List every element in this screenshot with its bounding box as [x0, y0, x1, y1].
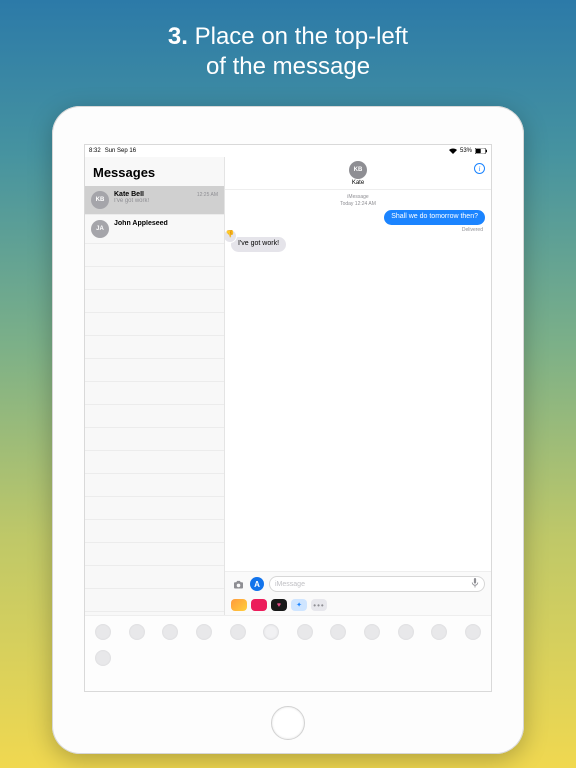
imessage-app-more[interactable]: •••	[311, 599, 327, 611]
reaction-badge[interactable]: 👎	[225, 229, 237, 243]
message-row-outgoing: Shall we do tomorrow then?	[231, 210, 485, 225]
chat-pane: KB Kate i iMessageToday 12:24 AM Shall w…	[225, 157, 491, 615]
app-store-button[interactable]: A	[250, 577, 264, 591]
avatar[interactable]: KB	[349, 161, 367, 179]
sticker-item[interactable]	[95, 650, 111, 666]
conversation-item[interactable]: KB Kate Bell 12:25 AM I've got work!	[85, 186, 224, 215]
battery-icon	[475, 148, 487, 154]
sticker-item[interactable]	[364, 624, 380, 640]
delivered-label: Delivered	[231, 227, 483, 233]
status-time: 8:32	[89, 148, 101, 154]
message-placeholder: iMessage	[275, 581, 305, 588]
message-bubble[interactable]: 👎 I've got work!	[231, 237, 286, 252]
wifi-icon	[449, 148, 457, 154]
avatar: JA	[91, 220, 109, 238]
sticker-picker	[85, 615, 491, 691]
sticker-item[interactable]	[129, 624, 145, 640]
message-bubble[interactable]: Shall we do tomorrow then?	[384, 210, 485, 225]
sticker-item[interactable]	[230, 624, 246, 640]
imessage-app[interactable]	[231, 599, 247, 611]
sticker-item[interactable]	[95, 624, 111, 640]
mic-icon[interactable]	[471, 578, 479, 590]
imessage-app[interactable]: ✦	[291, 599, 307, 611]
chat-contact-name: Kate	[352, 180, 364, 186]
status-bar: 8:32 Sun Sep 16 53%	[85, 145, 491, 157]
message-row-incoming: 👎 I've got work!	[231, 237, 485, 252]
chat-header: KB Kate i	[225, 157, 491, 190]
avatar: KB	[91, 191, 109, 209]
conversation-time: 12:25 AM	[197, 192, 218, 198]
sticker-item[interactable]	[330, 624, 346, 640]
sticker-item[interactable]	[297, 624, 313, 640]
conversation-name: Kate Bell	[114, 191, 144, 198]
message-thread[interactable]: iMessageToday 12:24 AM Shall we do tomor…	[225, 190, 491, 571]
conversation-item[interactable]: JA John Appleseed	[85, 215, 224, 244]
home-button[interactable]	[271, 706, 305, 740]
imessage-app[interactable]: ♥	[271, 599, 287, 611]
message-input-bar: A iMessage	[225, 571, 491, 596]
conversation-sidebar: Messages KB Kate Bell 12:25 AM I've got …	[85, 157, 225, 615]
message-input[interactable]: iMessage	[269, 576, 485, 592]
conversation-name: John Appleseed	[114, 220, 168, 227]
sticker-item[interactable]	[398, 624, 414, 640]
sticker-item[interactable]	[196, 624, 212, 640]
imessage-app-strip: ♥ ✦ •••	[225, 596, 491, 615]
info-button[interactable]: i	[474, 163, 485, 174]
ipad-frame: 8:32 Sun Sep 16 53% Messages KB	[52, 106, 524, 754]
sticker-item[interactable]	[465, 624, 481, 640]
ipad-screen: 8:32 Sun Sep 16 53% Messages KB	[84, 144, 492, 692]
sticker-item[interactable]	[431, 624, 447, 640]
sticker-item[interactable]	[263, 624, 279, 640]
camera-button[interactable]	[231, 577, 245, 591]
sidebar-empty-rows	[85, 244, 224, 615]
sticker-item[interactable]	[162, 624, 178, 640]
instruction-caption: 3. Place on the top-left of the message	[168, 22, 408, 82]
battery-percent: 53%	[460, 148, 472, 154]
status-date: Sun Sep 16	[105, 148, 136, 154]
sidebar-title: Messages	[85, 157, 224, 186]
thread-timestamp: iMessageToday 12:24 AM	[231, 194, 485, 207]
conversation-preview: I've got work!	[114, 198, 218, 204]
imessage-app[interactable]	[251, 599, 267, 611]
